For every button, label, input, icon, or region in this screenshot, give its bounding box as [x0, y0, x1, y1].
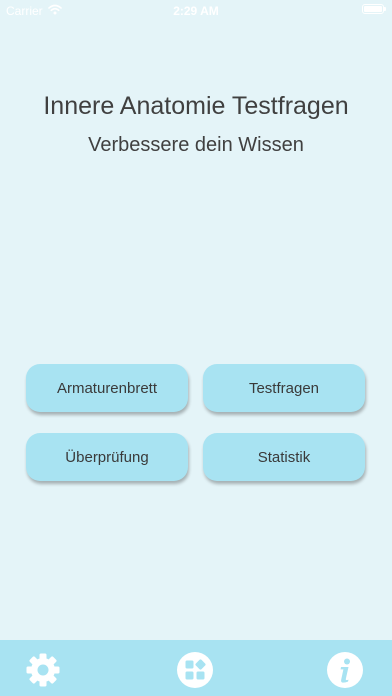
status-bar: Carrier 2:29 AM	[0, 0, 392, 22]
status-right	[362, 4, 386, 14]
page-title: Innere Anatomie Testfragen	[43, 92, 349, 120]
page-subtitle: Verbessere dein Wissen	[88, 134, 304, 156]
dashboard-button[interactable]: Armaturenbrett	[26, 364, 188, 412]
apps-grid-icon[interactable]	[176, 651, 214, 689]
test-questions-button[interactable]: Testfragen	[203, 364, 365, 412]
battery-icon	[362, 4, 386, 14]
statistics-button[interactable]: Statistik	[203, 433, 365, 481]
status-time: 2:29 AM	[173, 4, 219, 18]
review-button[interactable]: Überprüfung	[26, 433, 188, 481]
info-icon[interactable]	[326, 651, 364, 689]
gear-icon[interactable]	[24, 651, 62, 689]
tab-bar	[0, 640, 392, 696]
